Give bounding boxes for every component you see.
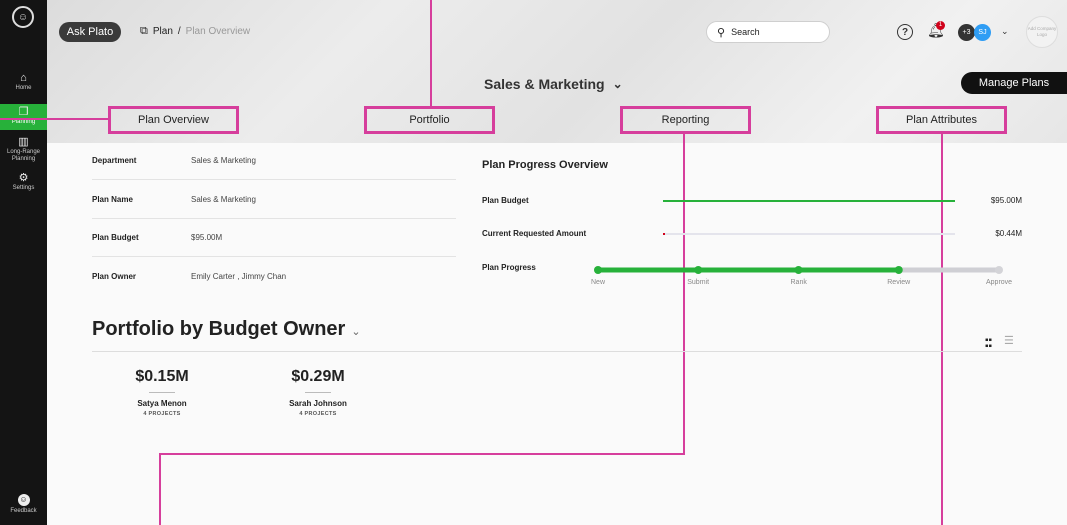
sidebar-item-home[interactable]: ⌂ Home [0,72,47,98]
chevron-down-icon[interactable]: ⌄ [1001,26,1009,37]
detail-row-department: Department Sales & Marketing [92,142,456,180]
tab-plan-attributes[interactable]: Plan Attributes [876,106,1007,134]
chevron-down-icon: ⌄ [351,326,361,338]
requested-bar-row: Current Requested Amount $0.44M [482,229,1022,238]
annotation-line [430,0,432,108]
search-box[interactable]: ⚲ [706,21,830,43]
annotation-line [159,453,161,525]
progress-stage-dot [794,266,803,274]
copy-icon: ⧉ [140,25,148,37]
notification-bell-icon[interactable]: 🔔︎ 1 [927,21,945,39]
progress-stage-dot [694,266,703,274]
progress-stage-label: Review [887,279,911,286]
search-icon: ⚲ [717,26,726,39]
help-icon[interactable]: ? [897,24,913,40]
chevron-down-icon: ⌄ [612,77,623,91]
avatar[interactable]: SJ [974,24,991,41]
detail-row-plan-budget: Plan Budget $95.00M [92,219,456,257]
grid-view-icon[interactable]: ▪▪ ▪▪ [985,335,992,357]
breadcrumb-separator: / [177,26,181,37]
list-view-icon[interactable]: ☰ [1004,334,1014,347]
progress-stage-label: Submit [687,279,710,286]
planning-icon: ❐ [18,106,29,118]
tab-reporting[interactable]: Reporting [620,106,751,134]
company-logo-placeholder[interactable]: Add Company Logo [1026,16,1058,48]
owner-card-sarah-johnson[interactable]: $0.29M Sarah Johnson 4 PROJECTS [253,368,383,417]
divider [305,392,331,393]
requested-bar-fill [663,233,666,235]
progress-stage-label: Rank [790,279,807,286]
owner-card-satya-menon[interactable]: $0.15M Satya Menon 4 PROJECTS [97,368,227,417]
sidebar-item-feedback[interactable]: ☺ Feedback [0,494,47,514]
progress-stage-dot [995,266,1003,274]
search-input[interactable] [731,27,812,37]
sidebar-item-settings[interactable]: ⚙ Settings [0,172,47,196]
breadcrumb-current: Plan Overview [185,26,251,37]
budget-bar-track [663,200,955,202]
detail-row-plan-name: Plan Name Sales & Marketing [92,181,456,219]
plan-selector[interactable]: Sales & Marketing ⌄ [484,76,623,92]
progress-stage-label: Approve [986,279,1013,286]
gear-icon: ⚙ [18,172,29,184]
tab-plan-overview[interactable]: Plan Overview [108,106,239,134]
requested-bar-track [663,233,955,235]
annotation-line [0,118,110,120]
map-icon: ▥ [18,136,29,148]
divider [92,351,1022,352]
progress-stage-dot [594,266,602,274]
app-logo-icon[interactable]: ☺ [12,6,34,28]
progress-stage-label: New [591,279,606,286]
annotation-line [683,134,685,455]
feedback-icon: ☺ [17,494,30,506]
sidebar: ☺ ⌂ Home ❐ Planning ▥ Long-Range Plannin… [0,0,47,525]
sidebar-item-planning[interactable]: ❐ Planning [0,104,47,130]
ask-plato-button[interactable]: Ask Plato [59,22,121,42]
breadcrumb: ⧉ Plan / Plan Overview [140,25,250,38]
detail-row-plan-owner: Plan Owner Emily Carter , Jimmy Chan [92,271,287,281]
sidebar-item-long-range-planning[interactable]: ▥ Long-Range Planning [0,136,47,166]
annotation-line [941,134,943,525]
plan-progress-overview-title: Plan Progress Overview [482,159,608,171]
manage-plans-button[interactable]: Manage Plans [961,72,1067,94]
tab-portfolio[interactable]: Portfolio [364,106,495,134]
breadcrumb-root[interactable]: Plan [153,26,173,37]
progress-stage-dot [894,266,903,274]
budget-bar-fill [663,200,955,202]
plan-progress-stepper [594,266,1003,274]
portfolio-by-budget-owner-title[interactable]: Portfolio by Budget Owner ⌄ [92,318,361,341]
budget-bar-row: Plan Budget $95.00M [482,196,1022,205]
avatar-more[interactable]: +3 [958,24,975,41]
annotation-line [159,453,685,455]
divider [149,392,175,393]
home-icon: ⌂ [20,72,27,84]
notification-badge: 1 [936,21,945,30]
